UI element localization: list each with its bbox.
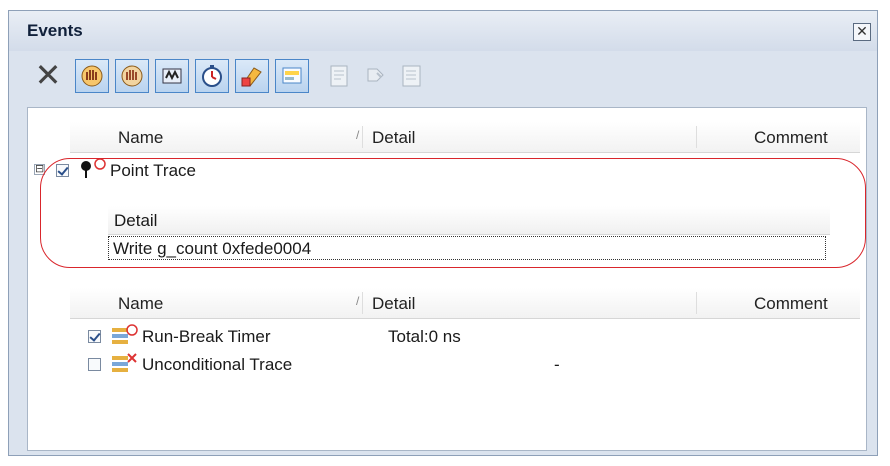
column-separator[interactable] (696, 126, 697, 148)
trace-button[interactable] (155, 59, 189, 93)
column-name-header[interactable]: Name (118, 294, 163, 314)
window-title: Events (27, 21, 83, 40)
list-item[interactable]: Unconditional Trace - (28, 352, 828, 378)
timer-icon (202, 65, 222, 87)
list-header-bottom: Name / Detail Comment (70, 288, 860, 319)
hardware-break-icon (81, 65, 103, 87)
events-list-panel: Name / Detail Comment ⊟ Point Trace Deta… (27, 107, 867, 451)
import-button[interactable] (363, 63, 391, 91)
column-detail-header[interactable]: Detail (372, 294, 415, 314)
column-name-header[interactable]: Name (118, 128, 163, 148)
event-name: Unconditional Trace (142, 355, 293, 374)
sort-indicator: / (356, 128, 360, 142)
event-name: Run-Break Timer (142, 327, 271, 346)
point-trace-detail: Detail Write g_count 0xfede0004 (108, 206, 830, 262)
event-detail: Total:0 ns (388, 327, 461, 346)
point-trace-icon (81, 158, 106, 178)
column-detail-header[interactable]: Detail (372, 128, 415, 148)
title-bar: Events ✕ (9, 11, 877, 51)
run-break-button[interactable] (275, 59, 309, 93)
unconditional-trace-checkbox[interactable] (88, 358, 101, 371)
column-separator[interactable] (362, 292, 363, 314)
software-break-button[interactable] (115, 59, 149, 93)
toolbar: ✕ (27, 53, 867, 105)
edit-condition-button[interactable] (235, 59, 269, 93)
import-icon (367, 68, 384, 82)
list-item[interactable]: Run-Break Timer Total:0 ns (28, 324, 828, 350)
unconditional-trace-icon (112, 353, 137, 372)
run-break-timer-checkbox[interactable] (88, 330, 101, 343)
edit-condition-icon (241, 67, 262, 87)
column-separator[interactable] (696, 292, 697, 314)
point-trace-name: Point Trace (110, 161, 196, 180)
properties-button[interactable] (399, 63, 427, 91)
collapse-toggle[interactable]: ⊟ (34, 164, 45, 175)
point-trace-checkbox[interactable] (56, 164, 69, 177)
detail-subheader-label: Detail (114, 211, 158, 230)
trace-icon (162, 68, 182, 84)
column-separator[interactable] (362, 126, 363, 148)
detail-value-cell[interactable]: Write g_count 0xfede0004 (108, 236, 826, 260)
timer-button[interactable] (195, 59, 229, 93)
software-break-icon (121, 65, 143, 87)
sort-indicator: / (356, 294, 360, 308)
hardware-break-button[interactable] (75, 59, 109, 93)
column-comment-header[interactable]: Comment (754, 128, 828, 148)
close-button[interactable]: ✕ (853, 23, 871, 41)
properties-icon (402, 65, 421, 87)
detail-subheader: Detail (108, 206, 830, 235)
run-break-icon (282, 67, 302, 84)
export-button[interactable] (327, 63, 355, 91)
events-window: Events ✕ ✕ Name / Detail Comment ⊟ Point… (8, 10, 878, 456)
point-trace-row[interactable]: ⊟ Point Trace (28, 158, 828, 184)
export-icon (330, 65, 348, 87)
run-break-timer-icon (112, 324, 138, 344)
delete-button[interactable]: ✕ (33, 59, 63, 91)
event-detail: - (554, 355, 560, 374)
column-comment-header[interactable]: Comment (754, 294, 828, 314)
list-header-top: Name / Detail Comment (70, 122, 860, 153)
detail-value-text: Write g_count 0xfede0004 (113, 239, 312, 258)
